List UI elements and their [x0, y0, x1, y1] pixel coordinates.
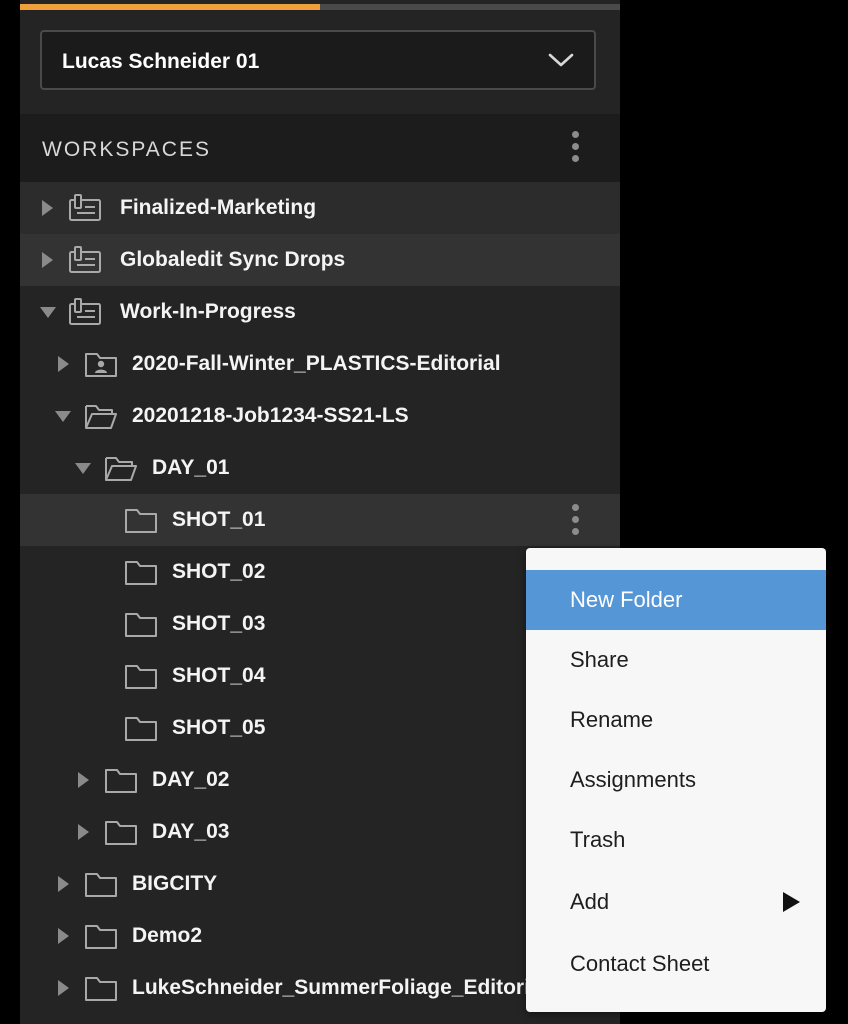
tree-item-label: BIGCITY: [132, 872, 218, 895]
row-more-options-icon[interactable]: [572, 504, 580, 538]
account-name: Lucas Schneider 01: [62, 50, 260, 73]
workspaces-more-options-icon[interactable]: [572, 131, 580, 165]
folder-icon: [125, 717, 157, 741]
folder-icon: [105, 769, 137, 793]
menu-item-add[interactable]: Add: [526, 872, 826, 932]
folder-icon: [125, 665, 157, 689]
menu-item-contact-sheet[interactable]: Contact Sheet: [526, 934, 826, 994]
menu-item-label: Contact Sheet: [570, 951, 710, 976]
open-folder-icon: [85, 405, 117, 429]
menu-item-rename[interactable]: Rename: [526, 690, 826, 750]
tree-item-2020-fall-winter[interactable]: 2020-Fall-Winter_PLASTICS-Editorial: [20, 338, 620, 390]
tree-item-20201218-job1234[interactable]: 20201218-Job1234-SS21-LS: [20, 390, 620, 442]
menu-item-new-folder[interactable]: New Folder: [526, 570, 826, 630]
chevron-down-icon: [548, 53, 574, 67]
tree-item-work-in-progress[interactable]: Work-In-Progress: [20, 286, 620, 338]
expand-caret-icon[interactable]: [58, 356, 69, 372]
tree-item-label: DAY_01: [152, 456, 230, 479]
menu-item-label: Add: [570, 889, 610, 914]
tree-item-label: Demo2: [132, 924, 203, 947]
expand-caret-icon[interactable]: [78, 824, 89, 840]
context-menu: New Folder Share Rename Assignments Tras…: [526, 548, 826, 1012]
menu-item-label: New Folder: [570, 587, 683, 612]
tree-item-label: SHOT_05: [172, 716, 266, 739]
folder-icon: [125, 561, 157, 585]
collapse-caret-icon[interactable]: [40, 307, 56, 318]
menu-item-label: Trash: [570, 827, 626, 852]
open-folder-icon: [105, 457, 137, 481]
tree-item-label: SHOT_01: [172, 508, 266, 531]
tree-item-label: SHOT_02: [172, 560, 266, 583]
tree-item-finalized-marketing[interactable]: Finalized-Marketing: [20, 182, 620, 234]
submenu-arrow-icon: [783, 892, 800, 912]
loading-progress-bar: [20, 4, 620, 10]
workspace-icon: [69, 246, 101, 273]
menu-item-trash[interactable]: Trash: [526, 810, 826, 870]
menu-item-assignments[interactable]: Assignments: [526, 750, 826, 810]
expand-caret-icon[interactable]: [42, 200, 53, 216]
expand-caret-icon[interactable]: [42, 252, 53, 268]
workspace-icon: [69, 298, 101, 325]
tree-item-label: Globaledit Sync Drops: [120, 248, 346, 271]
tree-item-label: Finalized-Marketing: [120, 196, 317, 219]
tree-item-label: 20201218-Job1234-SS21-LS: [132, 404, 409, 427]
menu-item-label: Share: [570, 647, 629, 672]
expand-caret-icon[interactable]: [58, 928, 69, 944]
tree-item-label: Work-In-Progress: [120, 300, 296, 323]
expand-caret-icon[interactable]: [78, 772, 89, 788]
folder-icon: [85, 977, 117, 1001]
workspaces-header: WORKSPACES: [20, 114, 620, 182]
folder-icon: [85, 925, 117, 949]
loading-progress-fill: [20, 4, 320, 10]
tree-item-label: DAY_03: [152, 820, 230, 843]
account-selector[interactable]: Lucas Schneider 01: [40, 30, 596, 90]
tree-item-label: 2020-Fall-Winter_PLASTICS-Editorial: [132, 352, 501, 375]
tree-item-shot-01[interactable]: SHOT_01: [20, 494, 620, 546]
tree-item-label: SHOT_03: [172, 612, 266, 635]
collapse-caret-icon[interactable]: [55, 411, 71, 422]
folder-icon: [125, 509, 157, 533]
collapse-caret-icon[interactable]: [75, 463, 91, 474]
workspace-icon: [69, 194, 101, 221]
menu-item-label: Assignments: [570, 767, 696, 792]
folder-icon: [85, 873, 117, 897]
tree-item-label: LukeSchneider_SummerFoliage_Editorial: [132, 976, 548, 999]
folder-icon: [105, 821, 137, 845]
workspaces-title: WORKSPACES: [42, 138, 211, 161]
menu-item-share[interactable]: Share: [526, 630, 826, 690]
tree-item-day-01[interactable]: DAY_01: [20, 442, 620, 494]
expand-caret-icon[interactable]: [58, 876, 69, 892]
tree-item-label: DAY_02: [152, 768, 230, 791]
tree-item-label: SHOT_04: [172, 664, 266, 687]
shared-folder-icon: [85, 353, 117, 377]
expand-caret-icon[interactable]: [58, 980, 69, 996]
tree-item-globaledit-sync-drops[interactable]: Globaledit Sync Drops: [20, 234, 620, 286]
folder-icon: [125, 613, 157, 637]
menu-item-label: Rename: [570, 707, 654, 732]
